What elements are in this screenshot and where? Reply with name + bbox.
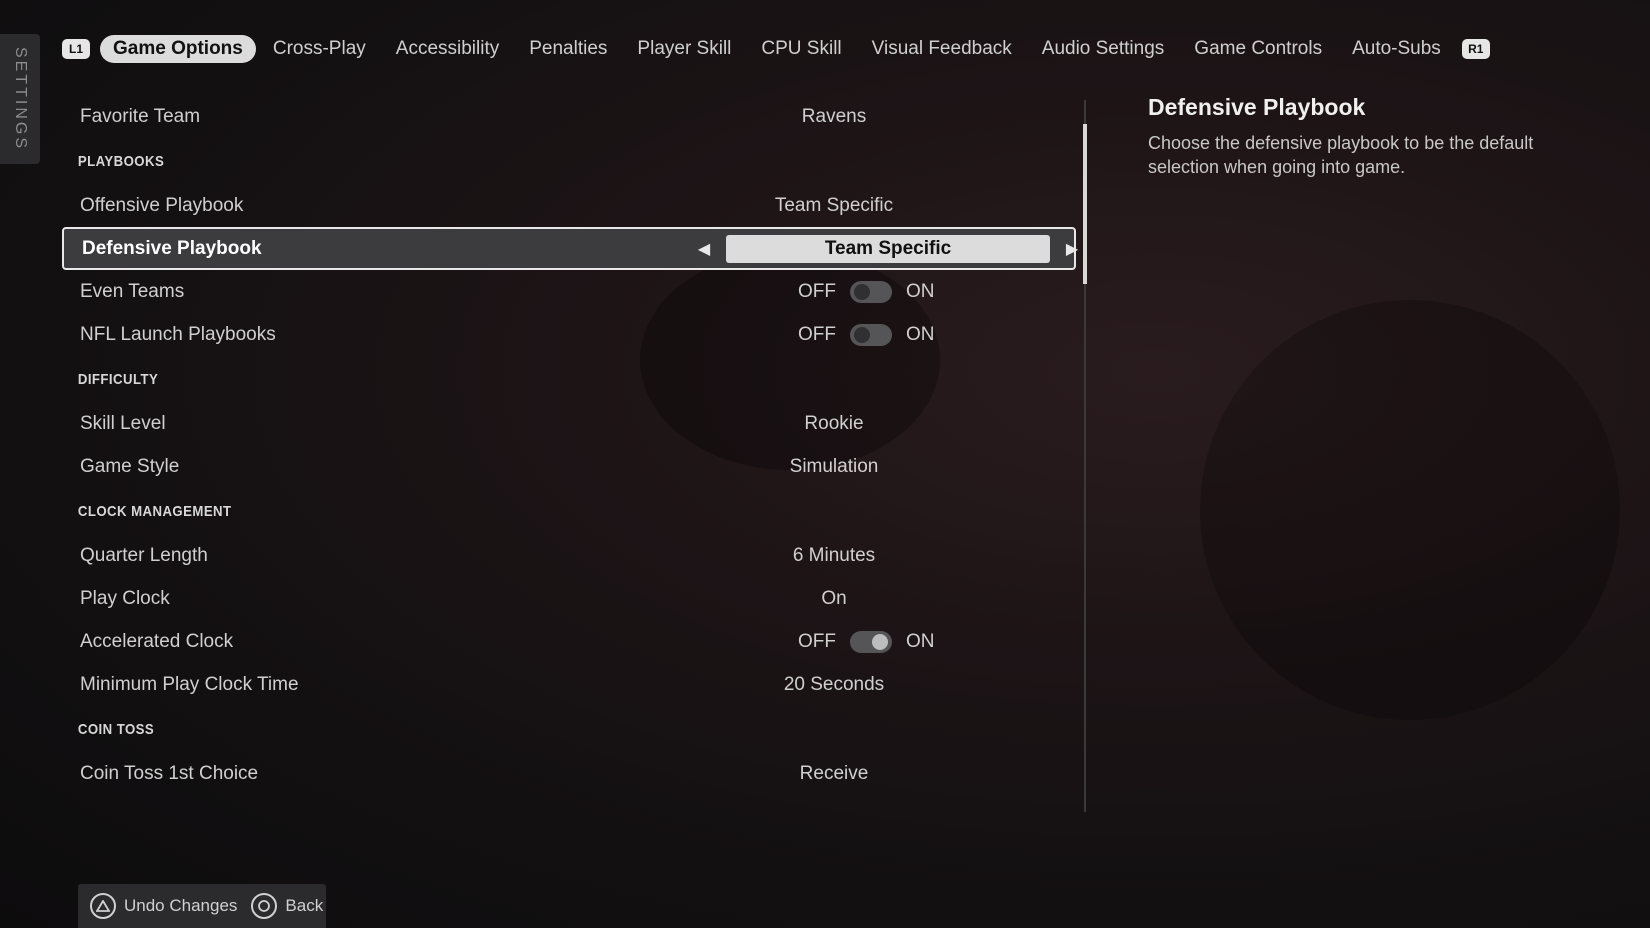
back-hint[interactable]: Back [251,893,323,919]
undo-changes-hint[interactable]: Undo Changes [90,893,237,919]
section-header-coin-toss: COIN TOSS [77,720,155,738]
setting-label: Minimum Play Clock Time [80,673,299,695]
toggle-off-label: OFF [798,280,836,302]
setting-label: Offensive Playbook [80,194,244,216]
settings-side-tab-label: SETTINGS [12,46,29,151]
tab-accessibility[interactable]: Accessibility [383,35,512,63]
tab-penalties[interactable]: Penalties [516,35,620,63]
setting-label: Coin Toss 1st Choice [80,762,259,784]
footer-hints: Undo Changes Back [78,884,326,928]
setting-value: Rookie [804,412,864,434]
toggle-switch[interactable] [850,280,892,303]
toggle-on-label: ON [906,323,935,345]
setting-accelerated-clock[interactable]: Accelerated Clock OFF ON [62,620,1076,663]
setting-label: Quarter Length [80,544,208,566]
setting-favorite-team[interactable]: Favorite Team Ravens [62,95,1076,138]
toggle-accelerated-clock[interactable]: OFF ON [798,630,935,653]
setting-offensive-playbook[interactable]: Offensive Playbook Team Specific [62,184,1076,227]
setting-label: Play Clock [80,587,170,609]
toggle-off-label: OFF [798,323,836,345]
tab-auto-subs[interactable]: Auto-Subs [1339,35,1454,63]
toggle-knob [854,326,870,343]
toggle-knob [854,283,870,300]
setting-play-clock[interactable]: Play Clock On [62,577,1076,620]
value-picker[interactable]: ◀ Team Specific ▶ [692,234,1084,264]
tab-cross-play[interactable]: Cross-Play [260,35,379,63]
arrow-right-icon[interactable]: ▶ [1060,239,1084,259]
help-panel: Defensive Playbook Choose the defensive … [1148,94,1578,179]
setting-nfl-launch-playbooks[interactable]: NFL Launch Playbooks OFF ON [62,313,1076,356]
toggle-nfl-launch-playbooks[interactable]: OFF ON [798,323,935,346]
tab-cpu-skill[interactable]: CPU Skill [748,35,854,63]
setting-value: Ravens [801,105,867,127]
setting-label: NFL Launch Playbooks [80,323,276,345]
setting-label: Even Teams [80,280,185,302]
setting-value: Team Specific [774,194,894,216]
toggle-switch[interactable] [850,630,892,653]
settings-list: Favorite Team Ravens PLAYBOOKS Offensive… [62,95,1078,795]
toggle-even-teams[interactable]: OFF ON [798,280,935,303]
setting-even-teams[interactable]: Even Teams OFF ON [62,270,1076,313]
toggle-on-label: ON [906,280,935,302]
tab-audio-settings[interactable]: Audio Settings [1029,35,1178,63]
setting-label: Defensive Playbook [82,237,262,259]
setting-value: On [821,587,847,609]
tab-player-skill[interactable]: Player Skill [624,35,744,63]
setting-skill-level[interactable]: Skill Level Rookie [62,402,1076,445]
toggle-knob [872,633,888,650]
setting-label: Skill Level [80,412,166,434]
circle-button-icon [251,893,278,919]
setting-quarter-length[interactable]: Quarter Length 6 Minutes [62,534,1076,577]
tab-visual-feedback[interactable]: Visual Feedback [859,35,1025,63]
setting-defensive-playbook[interactable]: Defensive Playbook ◀ Team Specific ▶ [62,227,1078,270]
top-navigation: L1 Game Options Cross-Play Accessibility… [62,34,1490,64]
section-header-clock-management: CLOCK MANAGEMENT [77,502,232,520]
section-header-difficulty: DIFFICULTY [77,370,159,388]
help-title: Defensive Playbook [1148,94,1366,120]
setting-coin-toss-first-choice[interactable]: Coin Toss 1st Choice Receive [62,752,1076,795]
setting-value: 20 Seconds [783,673,885,695]
help-description: Choose the defensive playbook to be the … [1148,133,1534,177]
toggle-off-label: OFF [798,630,836,652]
setting-label: Game Style [80,455,180,477]
setting-label: Favorite Team [80,105,201,127]
background-silhouette-2 [1200,300,1620,720]
l1-button-icon[interactable]: L1 [62,39,90,59]
toggle-on-label: ON [906,630,935,652]
setting-minimum-play-clock-time[interactable]: Minimum Play Clock Time 20 Seconds [62,663,1076,706]
setting-value: 6 Minutes [792,544,876,566]
arrow-left-icon[interactable]: ◀ [692,239,716,259]
settings-side-tab[interactable]: SETTINGS [0,34,40,164]
toggle-switch[interactable] [850,323,892,346]
setting-game-style[interactable]: Game Style Simulation [62,445,1076,488]
list-scroll-thumb[interactable] [1083,124,1087,284]
r1-button-icon[interactable]: R1 [1461,39,1490,59]
picker-value: Team Specific [726,235,1050,263]
section-header-playbooks: PLAYBOOKS [77,152,165,170]
back-label: Back [285,896,324,915]
setting-value: Receive [799,762,869,784]
setting-label: Accelerated Clock [80,630,234,652]
triangle-button-icon [90,893,116,919]
tab-game-controls[interactable]: Game Controls [1181,35,1335,63]
tab-game-options[interactable]: Game Options [100,35,256,63]
setting-value: Simulation [789,455,879,477]
undo-changes-label: Undo Changes [124,896,238,915]
